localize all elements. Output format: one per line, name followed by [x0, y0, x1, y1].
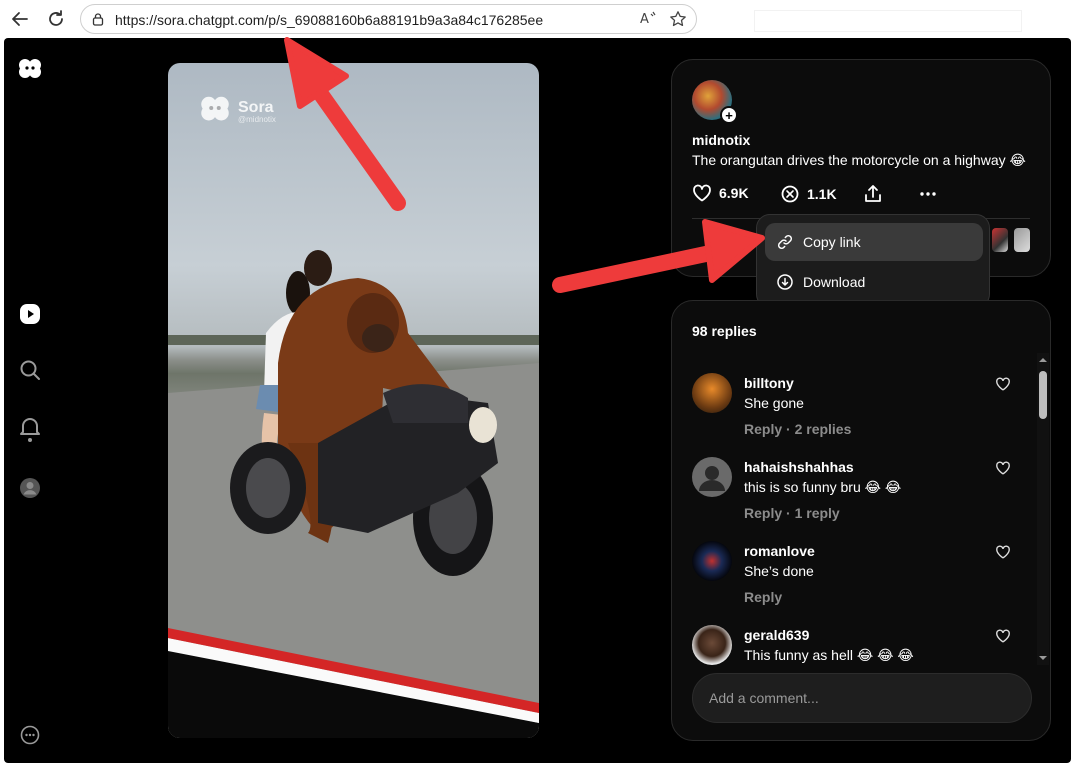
like-count: 6.9K [719, 185, 749, 201]
like-button[interactable]: 6.9K [692, 184, 749, 202]
copy-link-menu-item[interactable]: Copy link [765, 223, 983, 261]
scroll-down-icon[interactable] [1037, 653, 1049, 663]
remix-button[interactable]: 1.1K [780, 184, 837, 204]
bell-icon[interactable] [18, 414, 42, 444]
reply-link[interactable]: Reply · 2 replies [744, 421, 851, 437]
url-text[interactable]: https://sora.chatgpt.com/p/s_69088160b6a… [115, 12, 543, 28]
scroll-thumb[interactable] [1039, 371, 1047, 419]
ellipsis-icon [920, 192, 936, 196]
video-frame [168, 250, 539, 738]
address-bar[interactable]: https://sora.chatgpt.com/p/s_69088160b6a… [80, 4, 697, 34]
reply-username[interactable]: billtony [744, 375, 794, 391]
more-circle-icon[interactable] [19, 724, 41, 746]
video-player[interactable]: Sora @midnotix [168, 63, 539, 738]
reply-username[interactable]: hahaishshahhas [744, 459, 854, 475]
sora-app: Sora @midnotix + midnotix The orangutan … [4, 38, 1071, 763]
lock-icon[interactable] [91, 12, 105, 31]
copy-link-label: Copy link [803, 234, 861, 250]
heart-icon [693, 184, 711, 202]
replies-panel: 98 replies billtony She gone Reply · 2 r… [671, 300, 1051, 741]
heart-icon[interactable] [995, 377, 1011, 396]
star-icon[interactable] [669, 10, 687, 33]
remix-icon [781, 185, 799, 203]
download-menu-item[interactable]: Download [765, 263, 983, 301]
svg-text:A: A [640, 12, 649, 27]
browser-toolbar: https://sora.chatgpt.com/p/s_69088160b6a… [0, 0, 1075, 38]
post-caption: The orangutan drives the motorcycle on a… [692, 152, 1026, 168]
post-username[interactable]: midnotix [692, 132, 750, 148]
profile-icon[interactable] [18, 476, 42, 500]
remix-count: 1.1K [807, 186, 837, 202]
refresh-icon[interactable] [44, 7, 68, 31]
remix-thumbnail[interactable] [1014, 228, 1030, 252]
reply-username[interactable]: gerald639 [744, 627, 809, 643]
reply-avatar[interactable] [692, 625, 732, 665]
download-label: Download [803, 274, 866, 290]
share-button[interactable] [864, 184, 882, 204]
read-aloud-icon[interactable]: A [639, 10, 659, 33]
sora-watermark-icon [201, 96, 229, 121]
watermark-handle: @midnotix [238, 115, 276, 124]
sora-logo-icon[interactable] [16, 54, 44, 82]
reply-link[interactable]: Reply [744, 589, 782, 605]
heart-icon[interactable] [995, 545, 1011, 564]
toolbar-blank-area [754, 10, 1022, 32]
scroll-up-icon[interactable] [1037, 355, 1049, 365]
reply-avatar[interactable] [692, 373, 732, 413]
reply-username[interactable]: romanlove [744, 543, 815, 559]
reply-text: This funny as hell 😂 😂 😂 [744, 647, 914, 663]
comment-input[interactable]: Add a comment... [692, 673, 1032, 723]
search-icon[interactable] [18, 358, 42, 382]
follow-plus-icon[interactable]: + [720, 106, 738, 124]
download-icon [777, 274, 793, 290]
back-arrow-icon[interactable] [8, 7, 32, 31]
reply-avatar[interactable] [692, 541, 732, 581]
more-options-button[interactable] [918, 184, 938, 204]
reply-text: this is so funny bru 😂 😂 [744, 479, 902, 495]
video-watermark: Sora @midnotix [198, 93, 276, 124]
remix-thumbnail[interactable] [992, 228, 1008, 252]
reply-text: She’s done [744, 563, 814, 579]
share-icon [865, 185, 881, 202]
reply-text: She gone [744, 395, 804, 411]
reply-link[interactable]: Reply · 1 reply [744, 505, 840, 521]
reply-avatar[interactable] [692, 457, 732, 497]
heart-icon[interactable] [995, 461, 1011, 480]
replies-count: 98 replies [692, 323, 757, 339]
heart-icon[interactable] [995, 629, 1011, 648]
post-options-menu: Copy link Download [756, 214, 990, 308]
replies-scrollbar[interactable] [1037, 353, 1049, 665]
link-icon [777, 234, 793, 250]
play-icon[interactable] [18, 302, 42, 326]
